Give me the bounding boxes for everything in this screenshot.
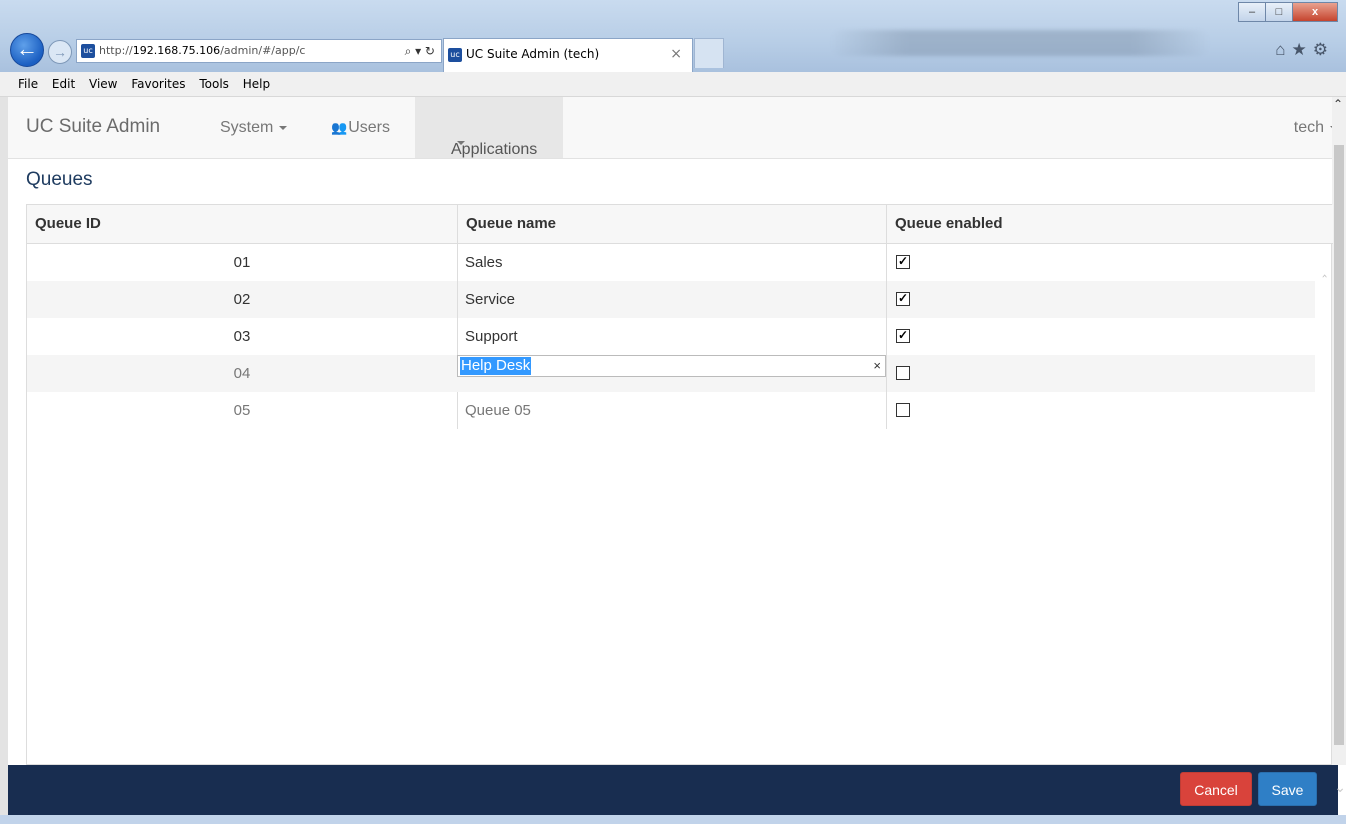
close-window-button[interactable]: x — [1292, 2, 1338, 22]
home-favorites-settings-icons[interactable]: ⌂★⚙ — [1275, 40, 1334, 60]
queue-enabled-cell — [886, 355, 1315, 392]
tab-close-icon[interactable]: × — [670, 39, 682, 69]
save-button[interactable]: Save — [1258, 772, 1317, 806]
window-controls: – □ x — [1238, 2, 1338, 24]
blurred-toolbar — [830, 30, 1210, 56]
cancel-button[interactable]: Cancel — [1180, 772, 1252, 806]
maximize-button[interactable]: □ — [1265, 2, 1293, 22]
scroll-up-icon[interactable]: ⌃ — [1333, 97, 1343, 111]
minimize-button[interactable]: – — [1238, 2, 1266, 22]
queue-enabled-cell: ✓ — [886, 281, 1315, 318]
url-path: /admin/#/app/c — [220, 44, 306, 57]
queue-id-cell: 01 — [233, 254, 251, 271]
chevron-down-icon — [457, 141, 465, 145]
table-row[interactable]: 03 Support ✓ — [27, 318, 1315, 355]
queue-name-edit-input[interactable]: Help Desk × — [457, 355, 886, 377]
tab-title: UC Suite Admin (tech) — [466, 47, 600, 61]
url-host: 192.168.75.106 — [132, 44, 221, 57]
nav-system[interactable]: System — [220, 119, 288, 137]
users-icon: 👥 — [331, 120, 348, 135]
user-name: tech — [1293, 119, 1324, 136]
window-bottom-edge — [0, 815, 1346, 824]
queue-enabled-checkbox[interactable]: ✓ — [896, 255, 910, 270]
queue-name-cell[interactable]: Queue 05 — [457, 392, 886, 429]
menu-edit[interactable]: Edit — [52, 72, 75, 96]
forward-button[interactable]: → — [48, 40, 72, 64]
menu-bar: File Edit View Favorites Tools Help — [0, 72, 1346, 97]
back-button[interactable]: ← — [10, 33, 44, 67]
menu-tools[interactable]: Tools — [199, 72, 229, 96]
menu-help[interactable]: Help — [243, 72, 270, 96]
nav-system-label: System — [220, 119, 274, 136]
queue-enabled-checkbox[interactable]: ✓ — [896, 292, 910, 307]
site-favicon-icon: uc — [81, 44, 95, 58]
menu-file[interactable]: File — [18, 72, 38, 96]
queue-enabled-cell: ✓ — [886, 244, 1315, 281]
url-prefix: http:// — [99, 44, 133, 57]
browser-tab-active[interactable]: uc UC Suite Admin (tech) × — [443, 38, 693, 72]
clear-input-icon[interactable]: × — [873, 356, 881, 376]
browser-chrome: ← → uc http://192.168.75.106/admin/#/app/… — [0, 0, 1346, 72]
page-title: Queues — [26, 169, 93, 190]
tab-favicon-icon: uc — [448, 47, 462, 62]
scroll-down-icon[interactable]: ⌄ — [1334, 779, 1346, 796]
menu-view[interactable]: View — [89, 72, 117, 96]
queue-id-cell: 02 — [233, 291, 251, 308]
brand-title[interactable]: UC Suite Admin — [26, 116, 160, 138]
menu-favorites[interactable]: Favorites — [131, 72, 185, 96]
queue-enabled-checkbox[interactable] — [896, 366, 910, 381]
app-navbar: UC Suite Admin System 👥Users Application… — [8, 97, 1338, 159]
page-scrollbar[interactable]: ⌃ — [1332, 97, 1346, 765]
column-header-queue-id[interactable]: Queue ID — [27, 205, 457, 243]
queue-id-cell: 03 — [233, 328, 251, 345]
queue-enabled-cell: ✓ — [886, 318, 1315, 355]
grid-scroll-up-icon[interactable]: ‸ — [1322, 261, 1327, 278]
queue-name-cell[interactable]: Support — [457, 318, 886, 355]
queue-name-selected-text: Help Desk — [460, 357, 532, 375]
main-content: Queues Queue ID Queue name Queue enabled… — [8, 159, 1333, 765]
nav-users-label: Users — [348, 119, 390, 136]
queues-grid: Queue ID Queue name Queue enabled 01 Sal… — [26, 204, 1333, 765]
queue-name-cell[interactable]: Sales — [457, 244, 886, 281]
nav-applications[interactable]: Applications — [415, 97, 563, 158]
queue-name-cell[interactable]: Service — [457, 281, 886, 318]
queue-id-cell: 05 — [233, 402, 251, 419]
grid-header: Queue ID Queue name Queue enabled — [27, 205, 1333, 244]
window-left-edge — [0, 97, 8, 815]
table-row[interactable]: 05 Queue 05 — [27, 392, 1315, 429]
table-row[interactable]: 01 Sales ✓ — [27, 244, 1315, 281]
new-tab-button[interactable] — [694, 38, 724, 68]
queue-enabled-checkbox[interactable]: ✓ — [896, 329, 910, 344]
action-footer: Cancel Save ⌄ — [8, 765, 1346, 815]
queue-id-cell: 04 — [233, 365, 251, 382]
table-row[interactable]: 02 Service ✓ — [27, 281, 1315, 318]
page-scroll-thumb[interactable] — [1334, 145, 1344, 745]
address-bar[interactable]: uc http://192.168.75.106/admin/#/app/c ⌕ … — [76, 39, 442, 63]
queue-enabled-cell — [886, 392, 1315, 429]
table-row[interactable]: 04 Help Desk × — [27, 355, 1315, 392]
nav-users[interactable]: 👥Users — [331, 119, 390, 137]
column-header-queue-enabled[interactable]: Queue enabled — [886, 205, 1315, 243]
address-controls-icon[interactable]: ⌕ ▾ ↻ — [405, 40, 435, 62]
queue-enabled-checkbox[interactable] — [896, 403, 910, 418]
column-header-queue-name[interactable]: Queue name — [457, 205, 886, 243]
chevron-down-icon — [279, 125, 288, 130]
